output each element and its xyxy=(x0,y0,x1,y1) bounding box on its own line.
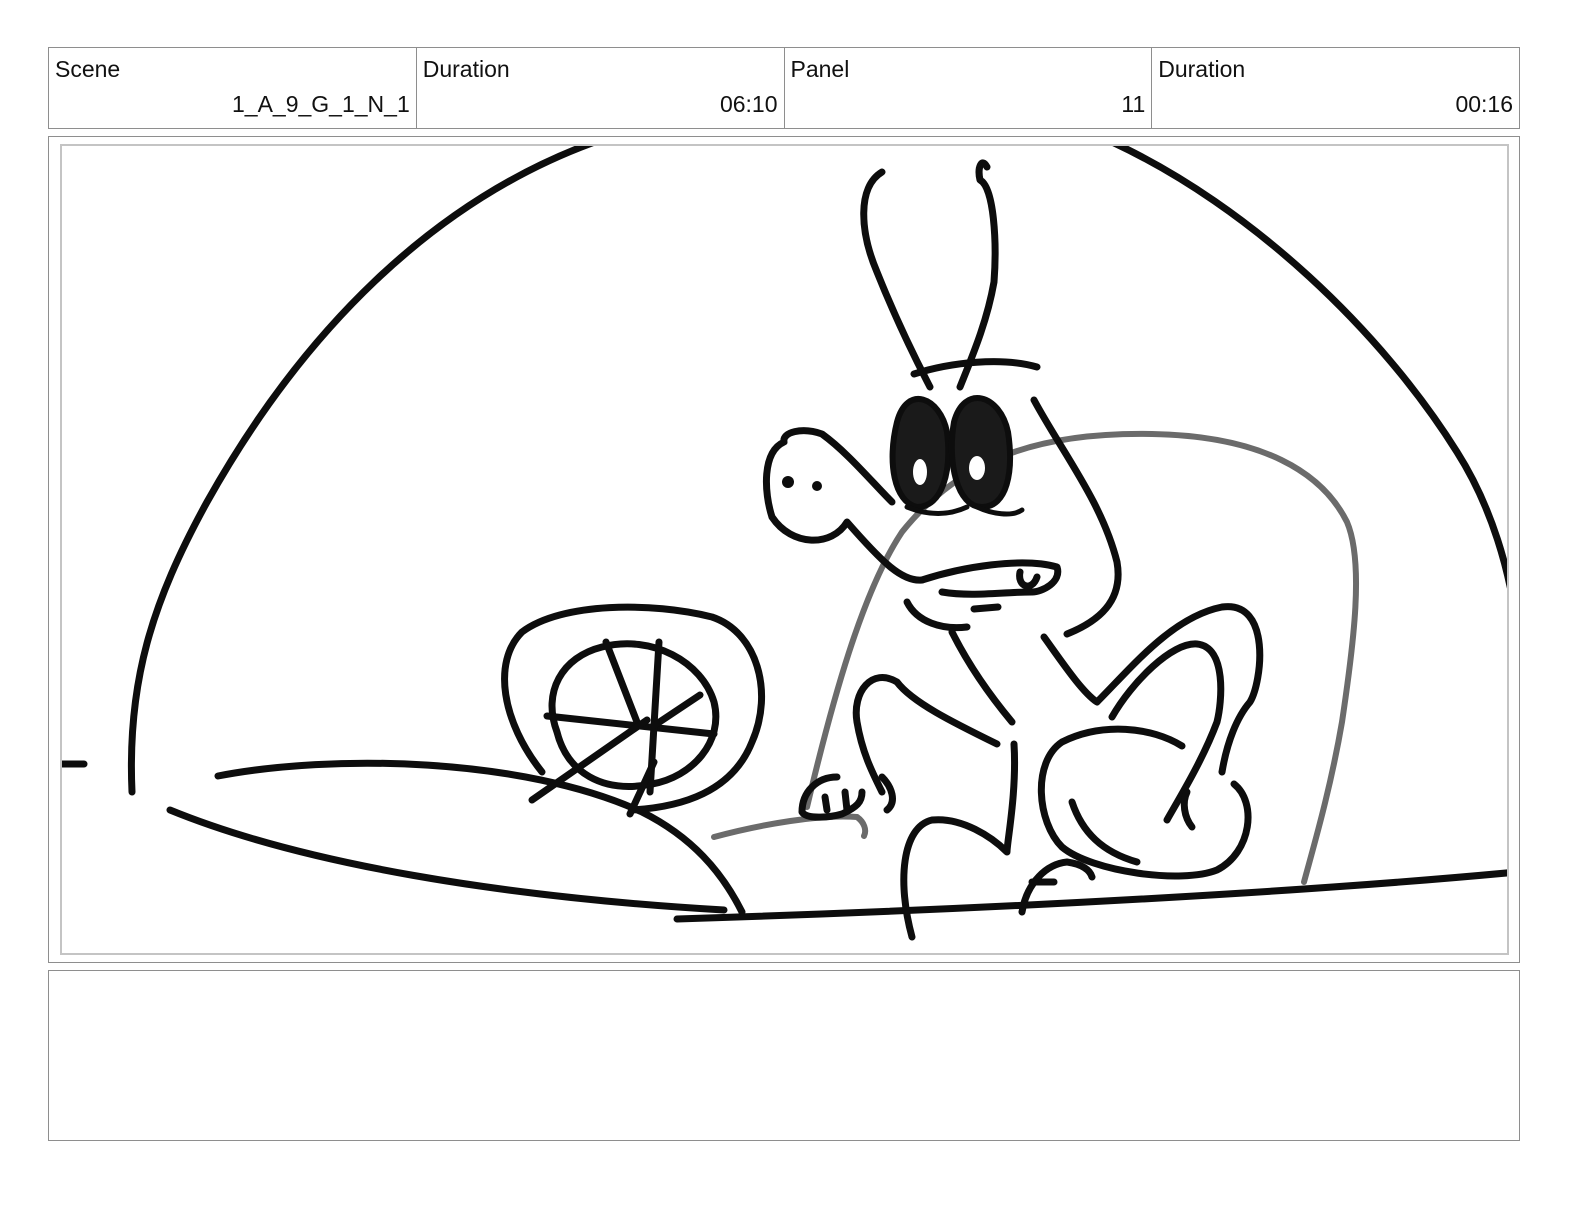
panel-duration-cell: Duration 00:16 xyxy=(1152,48,1519,128)
storyboard-notes-box xyxy=(48,970,1520,1141)
storyboard-header: Scene 1_A_9_G_1_N_1 Duration 06:10 Panel… xyxy=(48,47,1520,129)
scene-value: 1_A_9_G_1_N_1 xyxy=(231,91,410,117)
storyboard-panel-frame xyxy=(48,136,1520,963)
storyboard-panel-image xyxy=(60,144,1509,955)
panel-duration-value: 00:16 xyxy=(1455,91,1513,117)
panel-duration-label: Duration xyxy=(1158,56,1246,82)
scene-cell: Scene 1_A_9_G_1_N_1 xyxy=(49,48,417,128)
sketch-drawing xyxy=(62,146,1507,941)
panel-label: Panel xyxy=(790,56,850,82)
character-sketch xyxy=(762,159,1264,941)
scene-duration-label: Duration xyxy=(422,56,510,82)
panel-cell: Panel 11 xyxy=(785,48,1153,128)
eyes-sketch xyxy=(782,395,1025,517)
scene-duration-cell: Duration 06:10 xyxy=(417,48,785,128)
scene-duration-value: 06:10 xyxy=(719,91,778,117)
panel-value: 11 xyxy=(1121,91,1146,117)
scene-label: Scene xyxy=(55,56,121,82)
